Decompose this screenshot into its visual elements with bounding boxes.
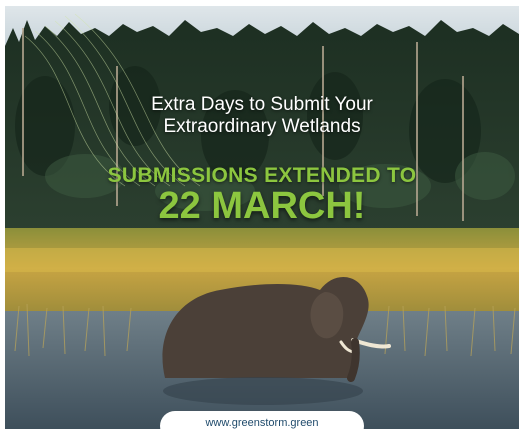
headline: Extra Days to Submit Your Extraordinary … — [5, 94, 519, 138]
elephant-reflection — [163, 377, 363, 405]
deadline-date: 22 MARCH! — [158, 185, 366, 227]
headline-line-1: Extra Days to Submit Your — [151, 94, 373, 115]
headline-line-2: Extraordinary Wetlands — [163, 116, 361, 137]
poster-frame: Extra Days to Submit Your Extraordinary … — [0, 0, 520, 441]
wetland-photo: Extra Days to Submit Your Extraordinary … — [5, 6, 519, 429]
website-link[interactable]: www.greenstorm.green — [160, 411, 364, 441]
grass-band-light — [5, 248, 519, 272]
website-url: www.greenstorm.green — [205, 417, 319, 429]
